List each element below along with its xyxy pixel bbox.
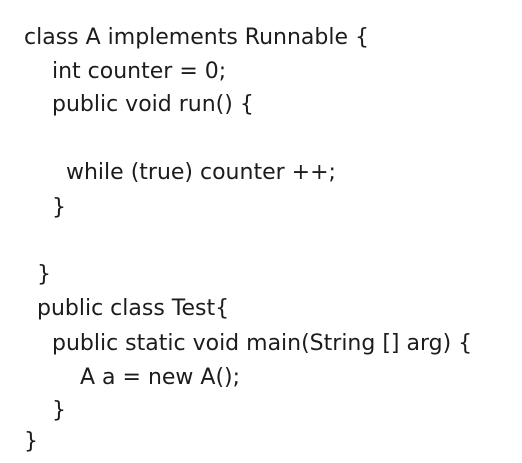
code-line-1: class A implements Runnable { [24,25,370,50]
code-line-2: int counter = 0; [52,59,227,84]
code-line-8: public static void main(String [] arg) { [52,331,473,356]
code-line-6: } [37,262,51,287]
code-line-9: A a = new A(); [80,365,241,390]
code-line-10: } [52,398,66,423]
code-line-11: } [24,429,38,454]
code-line-4: while (true) counter ++; [66,160,336,185]
code-line-7: public class Test{ [37,296,230,321]
code-document: class A implements Runnable { int counte… [0,0,522,463]
code-line-5: } [52,195,66,220]
code-line-3: public void run() { [52,92,254,117]
